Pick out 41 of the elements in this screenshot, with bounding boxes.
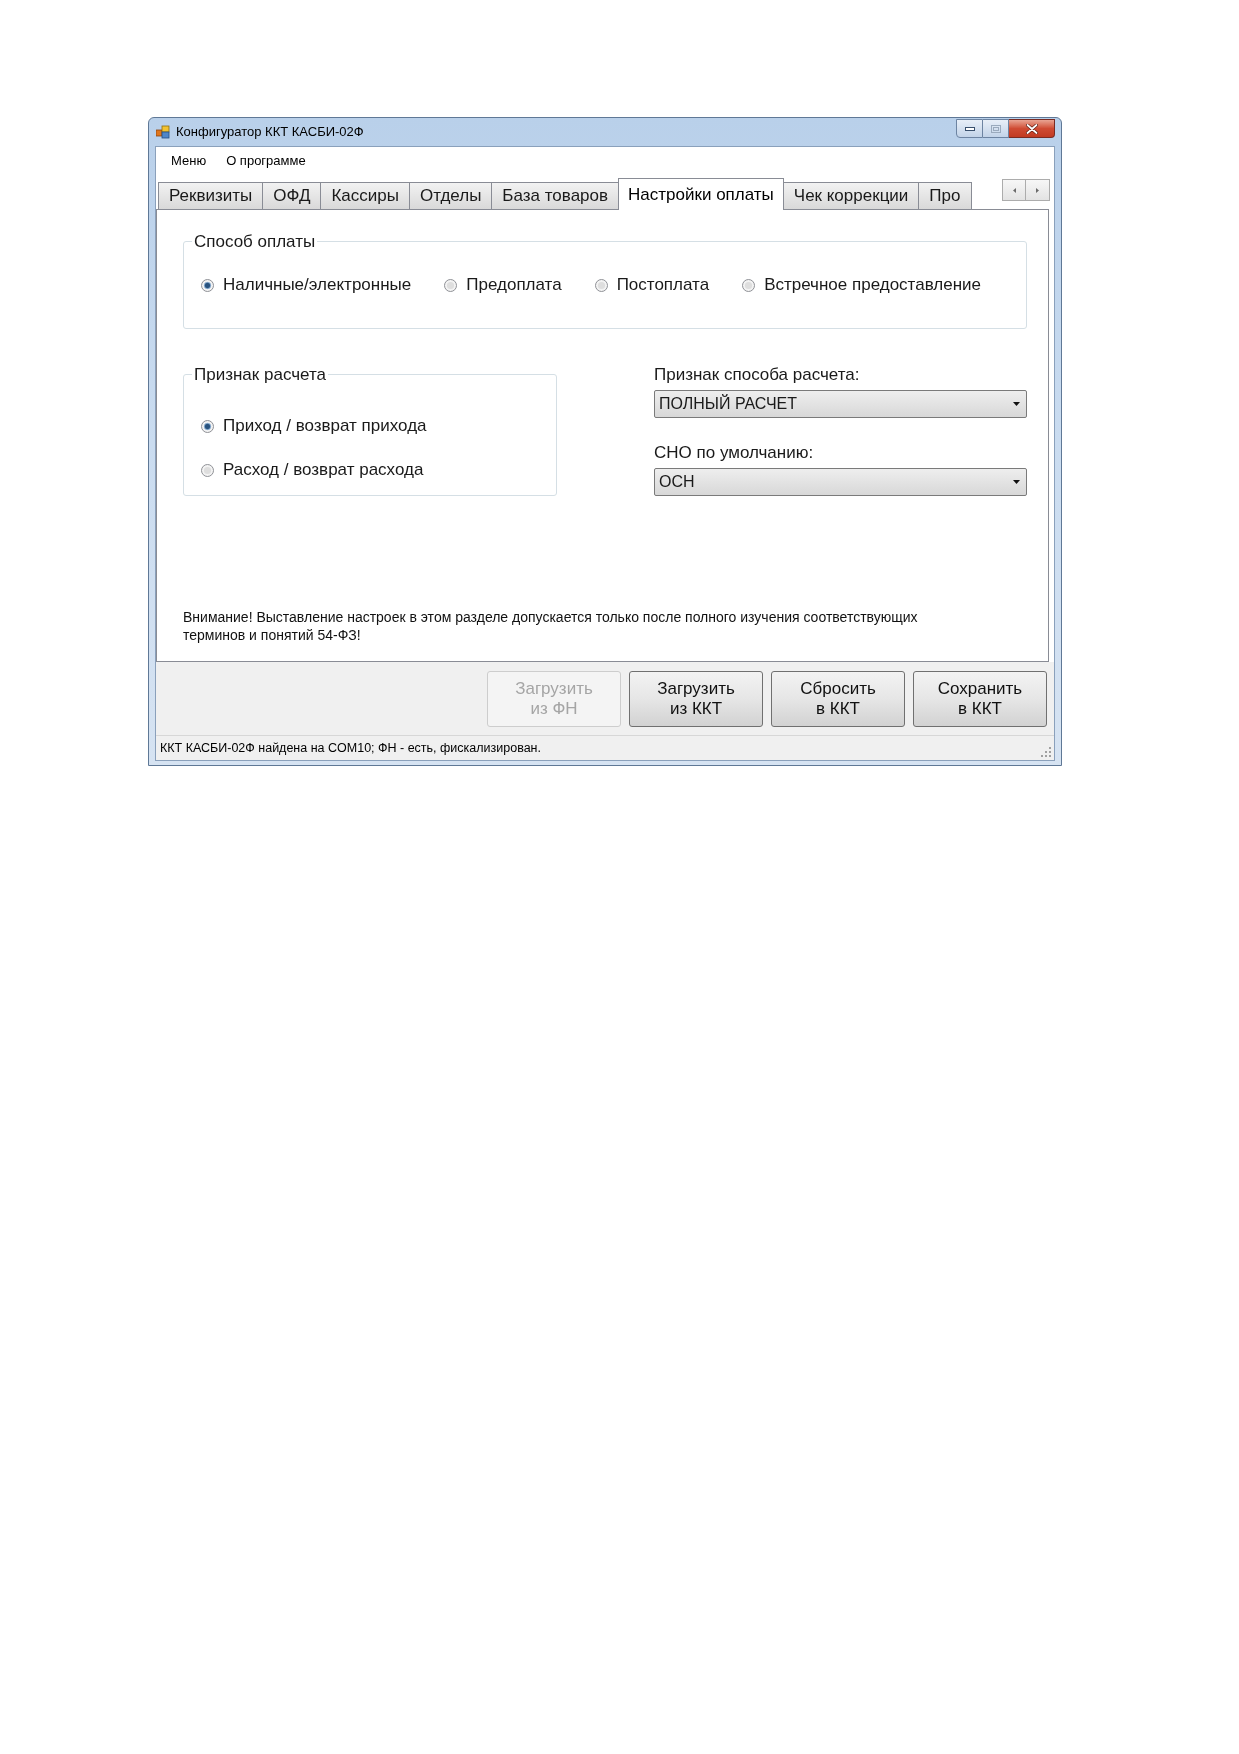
- tab[interactable]: Настройки оплаты: [618, 178, 784, 210]
- size-grip-icon: [1041, 747, 1052, 758]
- dropdown-caret-icon: [1013, 480, 1020, 484]
- field-label: СНО по умолчанию:: [654, 443, 815, 462]
- tab[interactable]: ОФД: [262, 182, 322, 209]
- warning-text: Внимание! Выставление настроек в этом разделе допускается только после полного изучения соответствующих терминов и понятий 54-ФЗ!: [183, 608, 919, 644]
- menu-item[interactable]: Меню: [161, 150, 217, 172]
- tab[interactable]: Чек коррекции: [782, 182, 920, 209]
- radio-option[interactable]: Наличные/электронные: [201, 275, 412, 295]
- maximize-icon: [990, 124, 1001, 133]
- scroll-left-button[interactable]: [1002, 179, 1026, 201]
- tab[interactable]: База товаров: [491, 182, 620, 209]
- minimize-button[interactable]: [956, 119, 983, 138]
- field-label: Признак способа расчета:: [654, 365, 861, 384]
- tab[interactable]: Реквизиты: [158, 182, 264, 209]
- close-icon: [1025, 123, 1038, 134]
- radio-option[interactable]: Постоплата: [594, 275, 710, 295]
- action-button[interactable]: Сбросить в ККТ: [771, 671, 905, 727]
- tab[interactable]: Отделы: [408, 182, 493, 209]
- triangle-right-icon: [1036, 187, 1039, 193]
- dropdown[interactable]: ОСН: [654, 468, 1027, 496]
- close-button[interactable]: [1009, 119, 1055, 138]
- radio-option[interactable]: Встречное предоставление: [742, 275, 981, 295]
- triangle-left-icon: [1012, 187, 1016, 193]
- tab[interactable]: Кассиры: [320, 182, 410, 209]
- group-title: Способ оплаты: [193, 232, 317, 251]
- radio-option[interactable]: Приход / возврат прихода: [201, 416, 556, 436]
- dropdown-caret-icon: [1013, 402, 1020, 406]
- action-button[interactable]: Загрузить из ККТ: [629, 671, 763, 727]
- status-text: ККТ КАСБИ-02Ф найдена на COM10; ФН - есть, фискализирован.: [160, 739, 541, 757]
- squares-icon: [156, 125, 170, 139]
- action-button[interactable]: Сохранить в ККТ: [913, 671, 1047, 727]
- radio-option[interactable]: Предоплата: [444, 275, 562, 295]
- dropdown[interactable]: ПОЛНЫЙ РАСЧЕТ: [654, 390, 1027, 418]
- radio-option[interactable]: Расход / возврат расхода: [201, 460, 556, 480]
- minimize-icon: [964, 126, 975, 131]
- window-title: Конфигуратор ККТ КАСБИ-02Ф: [176, 123, 364, 142]
- scroll-right-button[interactable]: [1026, 179, 1050, 201]
- menu-item[interactable]: О программе: [216, 150, 316, 172]
- group-title: Признак расчета: [193, 365, 327, 384]
- tab[interactable]: Про: [918, 182, 972, 209]
